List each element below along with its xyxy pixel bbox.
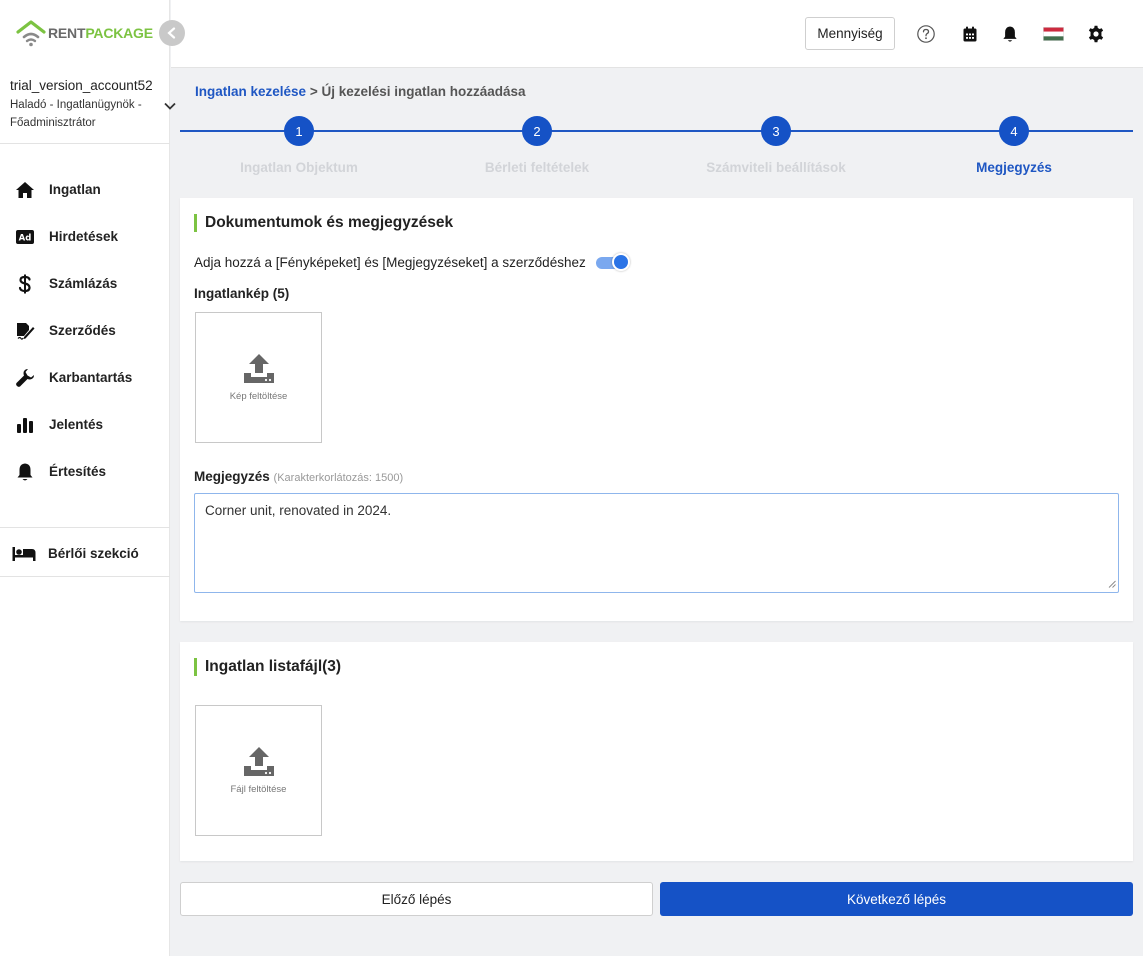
listing-file-card: Ingatlan listafájl(3) Fájl feltöltése [180,642,1133,861]
dollar-icon [14,274,36,294]
note-label: Megjegyzés [194,469,270,484]
hungary-flag-icon[interactable] [1043,27,1064,41]
sidebar-item-label: Bérlői szekció [48,546,139,561]
step-number: 3 [761,116,791,146]
previous-step-button[interactable]: Előző lépés [180,882,653,916]
next-step-button[interactable]: Következő lépés [660,882,1133,916]
bar-chart-icon [14,415,36,435]
resize-grip-icon[interactable] [1108,580,1116,588]
step-4[interactable]: 4 Megjegyzés [894,116,1134,175]
note-textarea[interactable]: Corner unit, renovated in 2024. [194,493,1119,593]
account-name: trial_version_account52 [10,78,153,93]
sidebar-item-berloi-szekcio[interactable]: Bérlői szekció [0,530,170,577]
sidebar-item-ertesites[interactable]: Értesítés [0,448,170,495]
attach-toggle-row: Adja hozzá a [Fényképeket] és [Megjegyzé… [194,253,630,271]
step-number: 4 [999,116,1029,146]
sidebar-item-label: Jelentés [49,417,104,432]
photo-upload-button[interactable]: Kép feltöltése [195,312,322,443]
upload-icon [243,747,274,776]
brand-name-part1: RENT [48,25,86,41]
step-label: Ingatlan Objektum [240,160,358,175]
sidebar: RENTPACKAGE trial_version_account52 Hala… [0,0,176,956]
step-1[interactable]: 1 Ingatlan Objektum [179,116,419,175]
breadcrumb-separator: > [309,84,318,99]
sidebar-item-label: Ingatlan [49,182,101,197]
bell-icon[interactable] [1000,24,1020,44]
step-number: 1 [284,116,314,146]
ad-icon: Ad [14,227,36,247]
sidebar-divider [0,576,170,577]
sidebar-item-karbantartas[interactable]: Karbantartás [0,354,170,401]
photos-label: Ingatlankép (5) [194,286,290,301]
gear-icon[interactable] [1086,24,1106,44]
wrench-icon [14,368,36,388]
bed-icon [12,544,36,564]
sidebar-item-jelentes[interactable]: Jelentés [0,401,170,448]
home-icon [14,180,36,200]
top-header: Mennyiség [171,0,1143,68]
chevron-down-icon[interactable] [162,98,178,114]
step-number: 2 [522,116,552,146]
sidebar-item-label: Karbantartás [49,370,133,385]
sidebar-item-hirdetesek[interactable]: Ad Hirdetések [0,213,170,260]
attach-toggle-label: Adja hozzá a [Fényképeket] és [Megjegyzé… [194,254,586,270]
quantity-button[interactable]: Mennyiség [805,17,895,50]
step-label: Megjegyzés [976,160,1052,175]
file-upload-button[interactable]: Fájl feltöltése [195,705,322,836]
chevron-left-icon [167,27,176,39]
sidebar-item-szamlazas[interactable]: Számlázás [0,260,170,307]
sidebar-item-label: Számlázás [49,276,118,291]
step-label: Számviteli beállítások [706,160,846,175]
step-label: Bérleti feltételek [484,160,590,175]
house-wifi-logo-icon [16,19,46,47]
sidebar-item-label: Hirdetések [49,229,119,244]
upload-icon [243,354,274,383]
brand-name-part2: PACKAGE [85,25,153,41]
step-2[interactable]: 2 Bérleti feltételek [417,116,657,175]
collapse-sidebar-button[interactable] [159,20,185,46]
sidebar-item-label: Értesítés [49,464,107,479]
note-char-limit-hint: (Karakterkorlátozás: 1500) [273,472,404,484]
documents-card-title: Dokumentumok és megjegyzések [194,214,453,232]
photo-upload-text: Kép feltöltése [229,391,288,402]
listing-file-card-title: Ingatlan listafájl(3) [194,658,341,676]
brand-logo[interactable]: RENTPACKAGE [16,18,153,48]
step-3[interactable]: 3 Számviteli beállítások [656,116,896,175]
file-upload-text: Fájl feltöltése [230,784,287,795]
sidebar-item-szerzodes[interactable]: Szerződés [0,307,170,354]
help-icon[interactable] [916,24,936,44]
sidebar-item-ingatlan[interactable]: Ingatlan [0,166,170,213]
note-label-row: Megjegyzés (Karakterkorlátozás: 1500) [194,469,403,484]
svg-text:Ad: Ad [19,233,32,243]
contract-icon [14,321,36,341]
account-switcher[interactable]: trial_version_account52 Haladó - Ingatla… [0,72,176,144]
account-role: Haladó - Ingatlanügynök - Főadminisztrát… [10,99,142,129]
breadcrumb: Ingatlan kezelése > Új kezelési ingatlan… [195,84,526,99]
breadcrumb-root-link[interactable]: Ingatlan kezelése [195,84,306,99]
sidebar-divider [0,527,170,528]
attach-toggle-switch[interactable] [595,253,630,271]
bell-icon [14,462,36,482]
sidebar-item-label: Szerződés [49,323,116,338]
sidebar-nav: Ingatlan Ad Hirdetések Számlázás Szerződ… [0,166,170,495]
breadcrumb-current: Új kezelési ingatlan hozzáadása [321,84,526,99]
calendar-icon[interactable] [960,24,980,44]
wizard-stepper: 1 Ingatlan Objektum 2 Bérleti feltételek… [180,116,1133,180]
documents-card: Dokumentumok és megjegyzések Adja hozzá … [180,198,1133,621]
